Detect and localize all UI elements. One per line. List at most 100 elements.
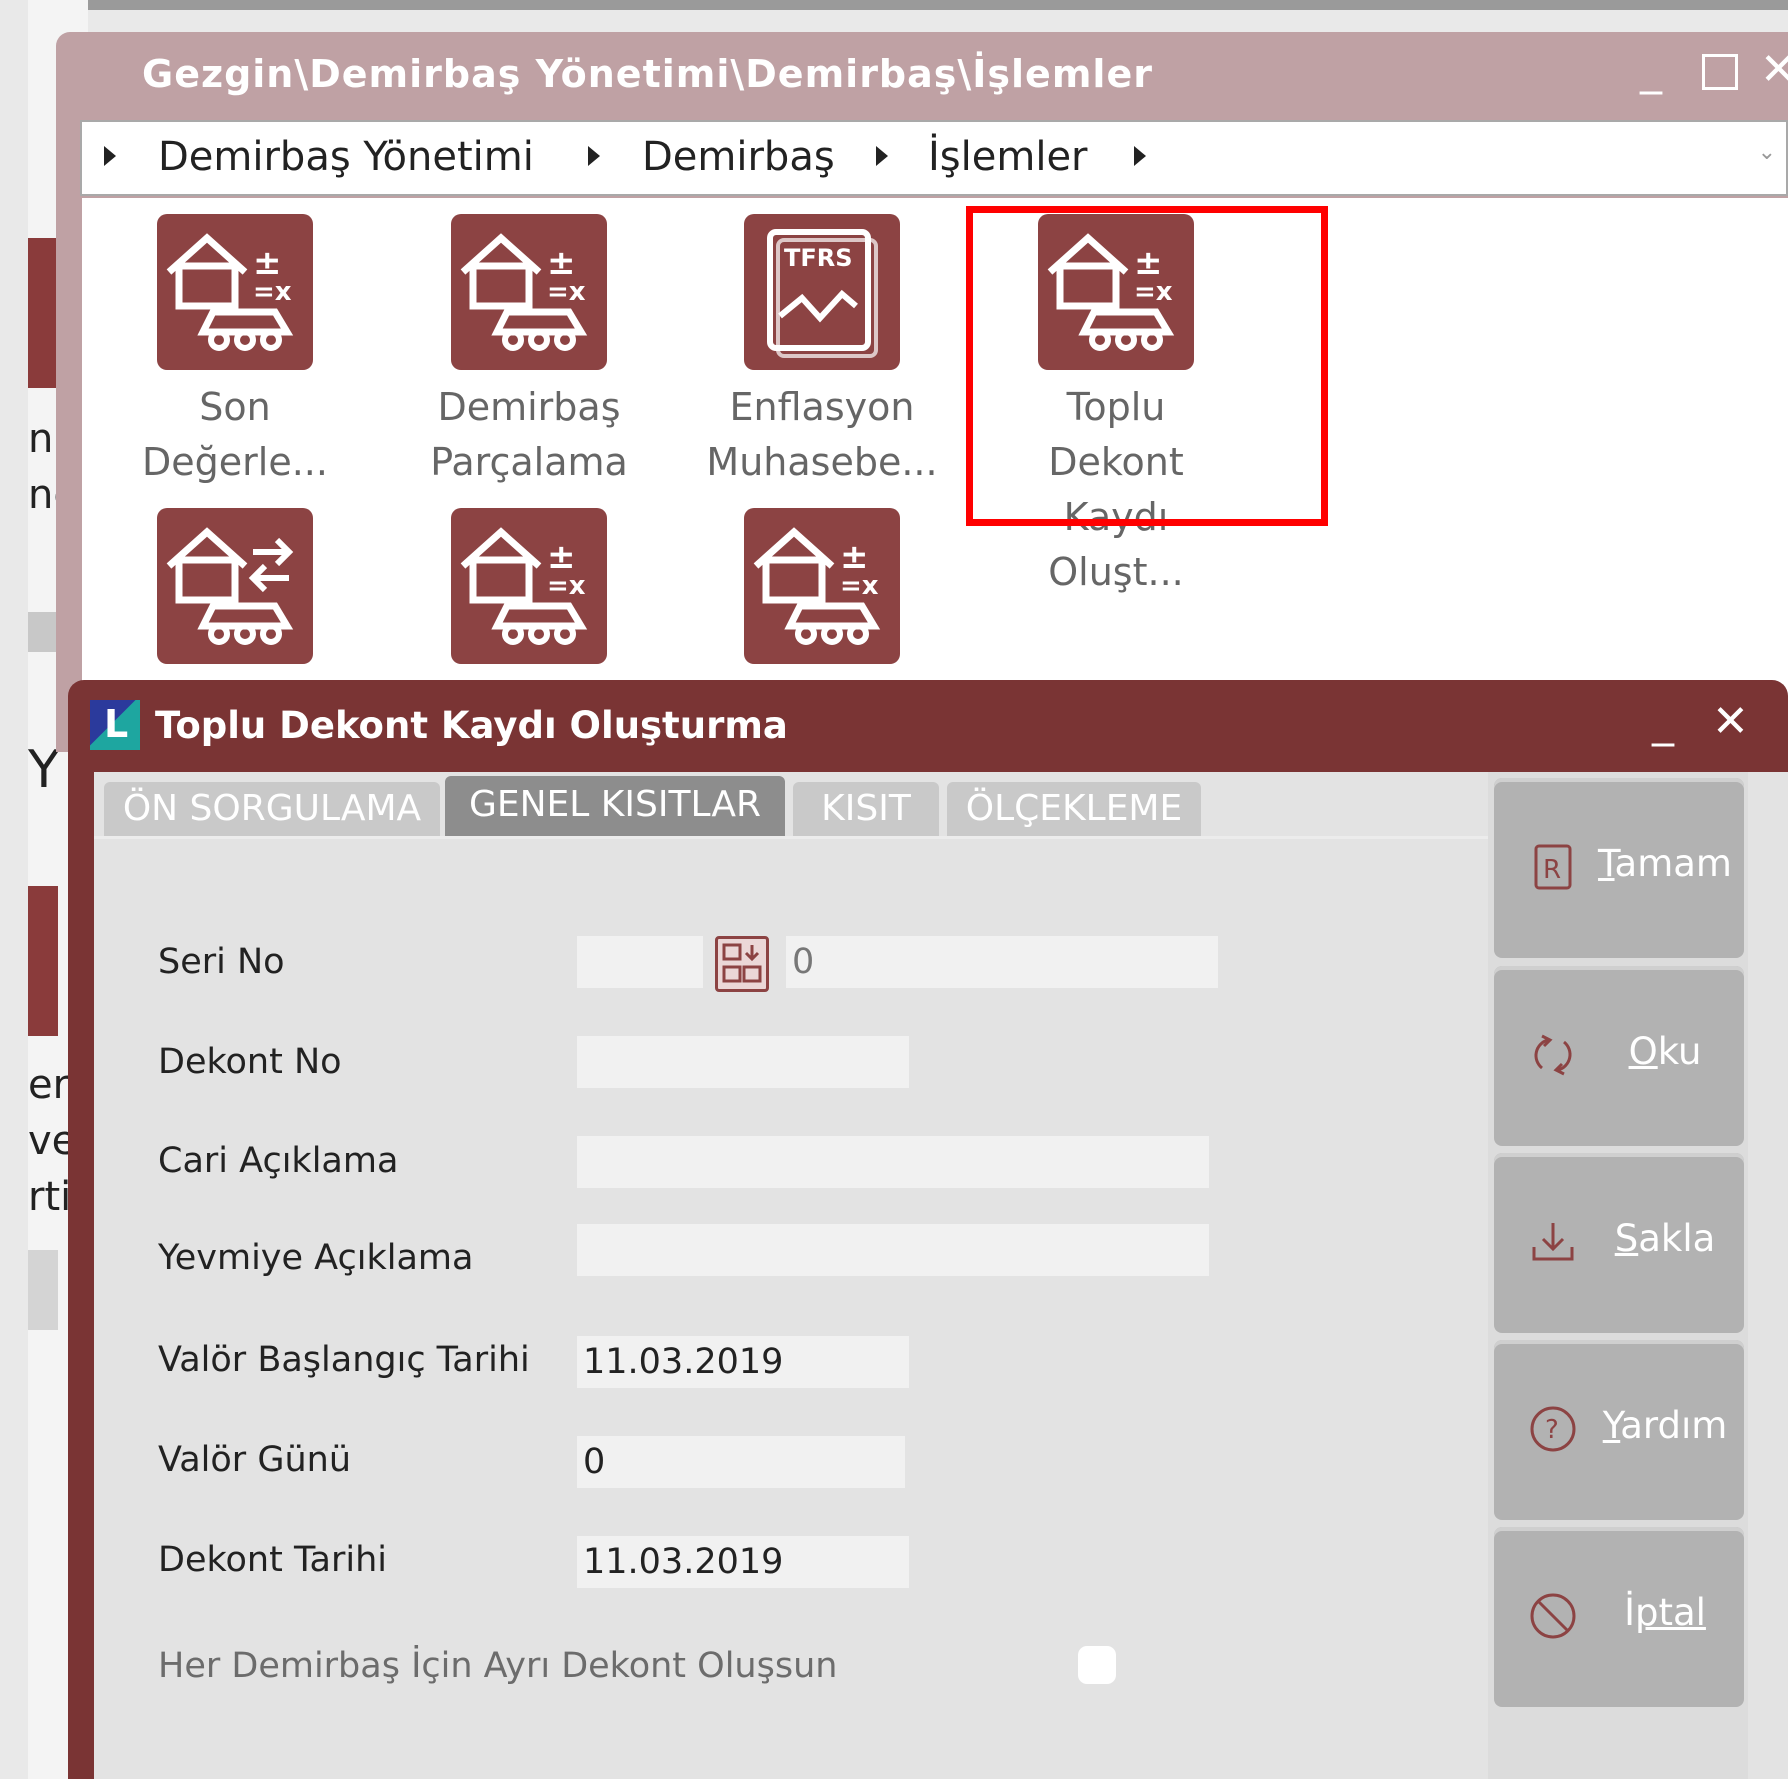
close-icon[interactable]: ✕ xyxy=(1712,700,1749,744)
asset-transfer-icon xyxy=(166,527,294,645)
close-icon[interactable]: ✕ xyxy=(1760,48,1788,92)
breadcrumb-arrow-icon[interactable] xyxy=(1134,146,1146,166)
asset-calc-icon: ± =x xyxy=(753,527,881,645)
background-top-border xyxy=(28,0,1788,10)
svg-text:=x: =x xyxy=(547,277,586,307)
sakla-label: Sakla xyxy=(1590,1217,1740,1260)
asset-calc-icon: ± =x xyxy=(460,233,588,351)
yevmiye-aciklama-label: Yevmiye Açıklama xyxy=(158,1238,474,1278)
tile-label-enflasyon-muhasebesi[interactable]: Enflasyon Muhasebe... xyxy=(702,380,942,490)
background-text: er xyxy=(28,1062,70,1108)
dekont-tarihi-label: Dekont Tarihi xyxy=(158,1540,388,1580)
sakla-button[interactable]: Sakla xyxy=(1494,1153,1744,1333)
yardim-label: Yardım xyxy=(1590,1404,1740,1447)
asset-calc-icon[interactable]: ± =x xyxy=(157,214,313,370)
report-icon: R xyxy=(1534,844,1572,890)
dekont-tarihi-input[interactable]: 11.03.2019 xyxy=(577,1536,909,1588)
seri-no-input[interactable] xyxy=(577,936,703,988)
button-text: amam xyxy=(1614,842,1732,885)
dekont-no-input[interactable] xyxy=(577,1036,909,1088)
button-text: ptal xyxy=(1634,1591,1706,1634)
seri-no-number-input[interactable]: 0 xyxy=(786,936,1218,988)
svg-text:=x: =x xyxy=(547,571,586,601)
valor-baslangic-input[interactable]: 11.03.2019 xyxy=(577,1336,909,1388)
button-text: ku xyxy=(1657,1030,1702,1073)
refresh-icon xyxy=(1534,1034,1572,1076)
svg-text:=x: =x xyxy=(253,277,292,307)
tab-on-sorgulama[interactable]: ÖN SORGULAMA xyxy=(104,782,440,836)
tile-label-son-degerleme[interactable]: Son Değerle... xyxy=(115,380,355,490)
tamam-button[interactable]: R Tamam xyxy=(1494,778,1744,958)
cari-aciklama-label: Cari Açıklama xyxy=(158,1141,399,1181)
asset-calc-icon[interactable]: ± =x xyxy=(744,508,900,664)
button-text: akla xyxy=(1638,1217,1716,1260)
valor-baslangic-label: Valör Başlangıç Tarihi xyxy=(158,1340,530,1380)
valor-gunu-input[interactable]: 0 xyxy=(577,1436,905,1488)
iptal-label: İptal xyxy=(1590,1591,1740,1634)
svg-text:R: R xyxy=(1543,855,1561,885)
save-download-icon xyxy=(1532,1223,1574,1261)
maximize-icon[interactable] xyxy=(1702,54,1738,90)
breadcrumb-item-demirbas-yonetimi[interactable]: Demirbaş Yönetimi xyxy=(158,134,534,180)
valor-gunu-label: Valör Günü xyxy=(158,1440,351,1480)
breadcrumb-arrow-icon[interactable] xyxy=(104,146,116,166)
tile-label-line: Parçalama xyxy=(430,440,628,484)
mnemonic: İ xyxy=(1624,1591,1635,1634)
tab-underline xyxy=(94,836,1490,839)
breadcrumb: Demirbaş Yönetimi Demirbaş İşlemler ⌄ xyxy=(80,120,1788,196)
selection-highlight xyxy=(966,206,1328,526)
navigator-title: Gezgin\Demirbaş Yönetimi\Demirbaş\İşleml… xyxy=(142,52,1153,96)
tile-label-demirbas-parcalama[interactable]: Demirbaş Parçalama xyxy=(409,380,649,490)
tile-label-line: Son xyxy=(199,385,271,429)
tile-label-line: Demirbaş xyxy=(437,385,621,429)
dekont-no-label: Dekont No xyxy=(158,1042,342,1082)
dialog-title: Toplu Dekont Kaydı Oluşturma xyxy=(155,704,788,747)
tamam-label: Tamam xyxy=(1590,842,1740,885)
asset-calc-icon: ± =x xyxy=(460,527,588,645)
help-icon: ? xyxy=(1530,1406,1576,1452)
oku-button[interactable]: Oku xyxy=(1494,966,1744,1146)
mnemonic: Y xyxy=(1602,1404,1621,1447)
minimize-icon[interactable]: _ xyxy=(1640,48,1662,92)
seri-no-label: Seri No xyxy=(158,942,285,982)
ayri-dekont-checkbox[interactable] xyxy=(1078,1646,1116,1684)
background-divider xyxy=(28,612,58,652)
breadcrumb-item-islemler[interactable]: İşlemler xyxy=(928,134,1088,180)
lookup-icon xyxy=(722,943,762,983)
yevmiye-aciklama-input[interactable] xyxy=(577,1224,1209,1276)
minimize-icon[interactable]: _ xyxy=(1652,700,1674,744)
background-text: Y xyxy=(28,740,60,800)
chevron-down-icon[interactable]: ⌄ xyxy=(1758,140,1776,165)
button-text: ardım xyxy=(1620,1404,1728,1447)
mnemonic: O xyxy=(1628,1030,1658,1073)
tab-genel-kisitlar[interactable]: GENEL KISITLAR xyxy=(445,776,785,838)
breadcrumb-item-demirbas[interactable]: Demirbaş xyxy=(642,134,835,180)
tab-kisit[interactable]: KISIT xyxy=(793,782,939,836)
iptal-button[interactable]: İptal xyxy=(1494,1527,1744,1707)
tfrs-report-icon: TFRS xyxy=(767,229,878,358)
background-text: rti xyxy=(28,1174,72,1220)
background-tile xyxy=(28,238,58,388)
yardim-button[interactable]: ? Yardım xyxy=(1494,1340,1744,1520)
background-tile xyxy=(28,886,58,1036)
tile-label-line: Enflasyon xyxy=(729,385,915,429)
svg-text:TFRS: TFRS xyxy=(784,244,853,272)
mnemonic: S xyxy=(1614,1217,1639,1260)
asset-calc-icon[interactable]: ± =x xyxy=(451,214,607,370)
tab-olcekleme[interactable]: ÖLÇEKLEME xyxy=(947,782,1201,836)
app-logo-icon: L xyxy=(90,700,140,750)
cari-aciklama-input[interactable] xyxy=(577,1136,1209,1188)
breadcrumb-arrow-icon[interactable] xyxy=(876,146,888,166)
breadcrumb-arrow-icon[interactable] xyxy=(588,146,600,166)
background-divider xyxy=(28,1250,58,1330)
ayri-dekont-label: Her Demirbaş İçin Ayrı Dekont Oluşsun xyxy=(158,1646,838,1686)
asset-calc-icon: ± =x xyxy=(166,233,294,351)
cancel-icon xyxy=(1530,1593,1576,1639)
tfrs-report-icon[interactable]: TFRS xyxy=(744,214,900,370)
svg-text:?: ? xyxy=(1545,1415,1559,1445)
tile-label-line: Değerle... xyxy=(142,440,328,484)
asset-transfer-icon[interactable] xyxy=(157,508,313,664)
asset-calc-icon[interactable]: ± =x xyxy=(451,508,607,664)
lookup-icon[interactable] xyxy=(715,936,769,992)
tile-label-line: Muhasebe... xyxy=(706,440,938,484)
